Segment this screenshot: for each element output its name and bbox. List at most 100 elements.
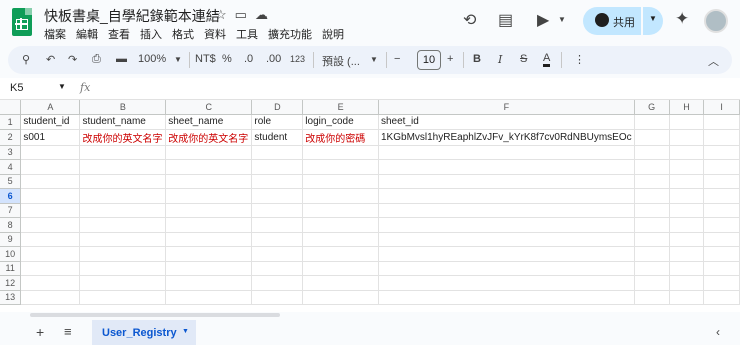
cell[interactable] [79, 188, 167, 204]
cell[interactable] [165, 261, 253, 276]
row-header[interactable]: 10 [0, 246, 22, 262]
cell[interactable] [634, 217, 670, 233]
cell[interactable] [20, 217, 81, 233]
chevron-down-icon[interactable]: ▼ [174, 55, 182, 64]
column-header[interactable]: A [20, 100, 81, 115]
cell[interactable]: 1KGbMvsl1hyREaphlZvJFv_kYrK8f7cv0RdNBUym… [378, 129, 635, 146]
avatar[interactable] [704, 9, 728, 33]
cell[interactable] [703, 246, 740, 262]
cell[interactable] [20, 232, 81, 247]
menu-file[interactable]: 檔案 [44, 26, 66, 42]
cell[interactable] [165, 174, 253, 189]
more-options-icon[interactable]: ⋮ [574, 53, 585, 66]
cell[interactable] [165, 246, 253, 262]
cell[interactable] [703, 159, 740, 175]
cell[interactable] [378, 203, 635, 218]
menu-help[interactable]: 說明 [322, 26, 344, 42]
cell[interactable] [634, 290, 670, 305]
search-menus-icon[interactable]: ⚲ [22, 53, 30, 66]
cell[interactable] [669, 261, 705, 276]
cell[interactable] [165, 203, 253, 218]
font-select[interactable]: 預設 (... [322, 53, 360, 69]
cell[interactable] [251, 275, 304, 291]
cell[interactable] [302, 145, 379, 160]
row-header[interactable]: 3 [0, 145, 22, 160]
cell[interactable] [302, 217, 379, 233]
decrease-decimal-button[interactable]: .0 [244, 53, 253, 65]
column-header[interactable]: F [378, 100, 635, 115]
cell[interactable]: 改成你的密碼 [302, 129, 379, 146]
font-size-input[interactable]: 10 [417, 50, 441, 70]
cell[interactable] [251, 290, 304, 305]
cell[interactable] [634, 246, 670, 262]
cell[interactable] [251, 261, 304, 276]
chevron-down-icon[interactable]: ▼ [182, 328, 189, 335]
comment-icon[interactable]: ▤ [498, 10, 513, 30]
percent-button[interactable]: % [222, 53, 232, 65]
cell[interactable]: sheet_name [165, 114, 253, 130]
cell[interactable] [669, 203, 705, 218]
cell[interactable] [79, 246, 167, 262]
cell[interactable] [251, 159, 304, 175]
cell[interactable] [251, 145, 304, 160]
gemini-sparkle-icon[interactable]: ✦ [675, 9, 689, 29]
cell[interactable] [79, 174, 167, 189]
cell[interactable] [302, 232, 379, 247]
cell[interactable] [634, 129, 670, 146]
cell[interactable]: sheet_id [378, 114, 635, 130]
collapse-toolbar-icon[interactable]: ︿ [708, 53, 719, 69]
cell[interactable] [20, 275, 81, 291]
increase-font-size-button[interactable]: + [447, 53, 453, 65]
cell[interactable]: 改成你的英文名字 [79, 129, 167, 146]
spreadsheet-grid[interactable]: A B C D E F G H I 1 student_id student_nam… [0, 100, 740, 312]
cell[interactable] [20, 261, 81, 276]
cell[interactable] [703, 275, 740, 291]
cell[interactable] [302, 188, 379, 204]
cell[interactable] [703, 217, 740, 233]
cell[interactable] [378, 159, 635, 175]
cell[interactable] [302, 275, 379, 291]
cell[interactable] [20, 246, 81, 262]
cell[interactable] [251, 203, 304, 218]
increase-decimal-button[interactable]: .00 [266, 53, 281, 65]
cell[interactable] [20, 203, 81, 218]
cell[interactable] [302, 203, 379, 218]
decrease-font-size-button[interactable]: − [394, 53, 400, 65]
cell[interactable] [251, 174, 304, 189]
chevron-down-icon[interactable]: ▼ [558, 15, 566, 24]
cell[interactable] [165, 159, 253, 175]
column-header[interactable]: I [703, 100, 740, 115]
select-all-corner[interactable] [0, 100, 22, 115]
cell[interactable] [302, 290, 379, 305]
cell[interactable] [669, 159, 705, 175]
cell[interactable] [703, 188, 740, 204]
cell[interactable] [251, 188, 304, 204]
cell[interactable] [669, 275, 705, 291]
cell[interactable] [634, 159, 670, 175]
cell[interactable] [634, 145, 670, 160]
cell[interactable] [251, 232, 304, 247]
cell[interactable] [669, 174, 705, 189]
menu-data[interactable]: 資料 [204, 26, 226, 42]
cell[interactable] [378, 217, 635, 233]
cell[interactable] [634, 203, 670, 218]
cell[interactable] [634, 232, 670, 247]
cell[interactable] [634, 174, 670, 189]
cell[interactable] [302, 246, 379, 262]
all-sheets-icon[interactable]: ≡ [64, 324, 72, 339]
chevron-down-icon[interactable]: ▼ [58, 82, 66, 91]
menu-tools[interactable]: 工具 [236, 26, 258, 42]
cell[interactable] [79, 261, 167, 276]
cell[interactable] [251, 246, 304, 262]
meet-icon[interactable]: ▶ [537, 10, 549, 30]
cell[interactable] [165, 275, 253, 291]
cell[interactable] [378, 188, 635, 204]
cell[interactable]: student_id [20, 114, 81, 130]
cell[interactable] [378, 145, 635, 160]
cell[interactable]: student [251, 129, 304, 146]
paint-format-icon[interactable]: ▬ [116, 53, 127, 65]
cloud-status-icon[interactable]: ☁ [255, 7, 268, 23]
name-box[interactable]: K5 [10, 82, 23, 94]
cell[interactable] [703, 203, 740, 218]
row-header[interactable]: 2 [0, 129, 22, 146]
